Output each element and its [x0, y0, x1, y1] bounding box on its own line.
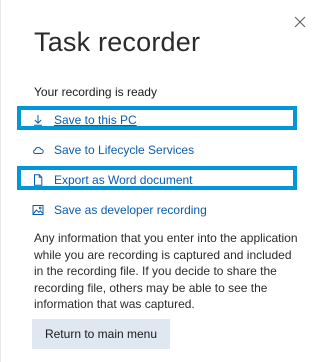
- save-developer-recording-label: Save as developer recording: [54, 203, 207, 217]
- export-word-document-label: Export as Word document: [54, 173, 193, 187]
- save-to-pc-link[interactable]: Save to this PC: [32, 112, 137, 128]
- save-to-lifecycle-services-label: Save to Lifecycle Services: [54, 143, 195, 157]
- image-icon: [32, 204, 44, 216]
- close-icon[interactable]: [292, 14, 308, 30]
- recording-status: Your recording is ready: [34, 85, 157, 99]
- cloud-icon: [32, 144, 44, 156]
- save-developer-recording-link[interactable]: Save as developer recording: [32, 202, 207, 218]
- export-word-document-link[interactable]: Export as Word document: [32, 172, 193, 188]
- save-to-pc-label: Save to this PC: [54, 113, 137, 127]
- return-to-main-menu-button[interactable]: Return to main menu: [32, 319, 170, 349]
- document-icon: [32, 174, 44, 186]
- download-arrow-icon: [32, 114, 44, 126]
- page-title: Task recorder: [34, 27, 201, 57]
- save-to-lifecycle-services-link[interactable]: Save to Lifecycle Services: [32, 142, 194, 158]
- task-recorder-panel: Task recorder Your recording is ready Sa…: [0, 0, 321, 362]
- privacy-info-text: Any information that you enter into the …: [34, 231, 298, 311]
